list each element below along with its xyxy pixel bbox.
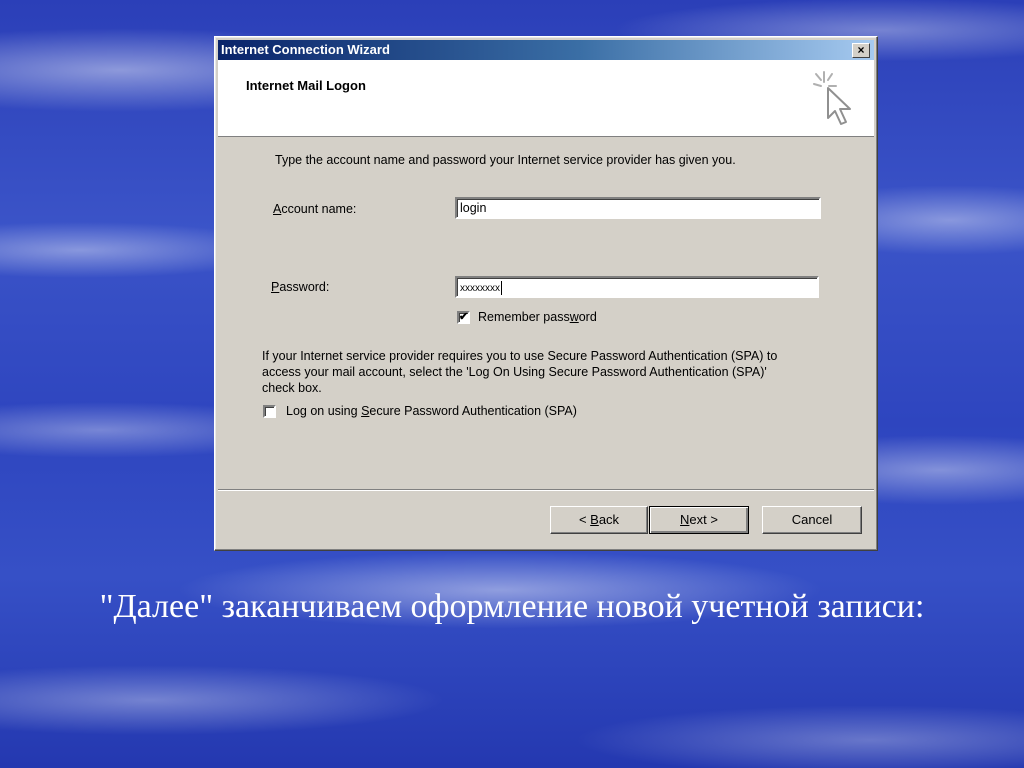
- spa-checkbox[interactable]: [263, 405, 276, 418]
- close-icon: ×: [857, 43, 865, 57]
- remember-password-checkbox[interactable]: ✔: [457, 311, 470, 324]
- next-button[interactable]: Next >: [649, 506, 749, 534]
- text-caret: [501, 280, 502, 295]
- account-name-label: Account name:: [273, 202, 357, 216]
- spa-label[interactable]: Log on using Secure Password Authenticat…: [286, 404, 577, 418]
- wizard-cursor-icon: [813, 71, 851, 125]
- wizard-dialog: Internet Connection Wizard × Internet Ma…: [214, 36, 878, 551]
- instruction-text: Type the account name and password your …: [275, 153, 736, 167]
- title-bar[interactable]: Internet Connection Wizard ×: [218, 40, 874, 60]
- check-icon: ✔: [459, 311, 469, 323]
- cancel-button[interactable]: Cancel: [762, 506, 862, 534]
- close-button[interactable]: ×: [852, 43, 870, 58]
- slide-caption: "Далее" заканчиваем оформление новой уче…: [99, 588, 925, 625]
- account-name-input[interactable]: login: [455, 197, 821, 219]
- wizard-header: Internet Mail Logon: [218, 60, 874, 137]
- page-title: Internet Mail Logon: [246, 78, 366, 93]
- window-title: Internet Connection Wizard: [221, 42, 390, 57]
- back-button[interactable]: < Back: [550, 506, 648, 534]
- password-input[interactable]: xxxxxxxx: [455, 276, 819, 298]
- password-label: Password:: [271, 280, 330, 294]
- spa-info-text: If your Internet service provider requir…: [262, 349, 778, 395]
- remember-password-label[interactable]: Remember password: [478, 310, 597, 324]
- button-separator: [218, 489, 874, 491]
